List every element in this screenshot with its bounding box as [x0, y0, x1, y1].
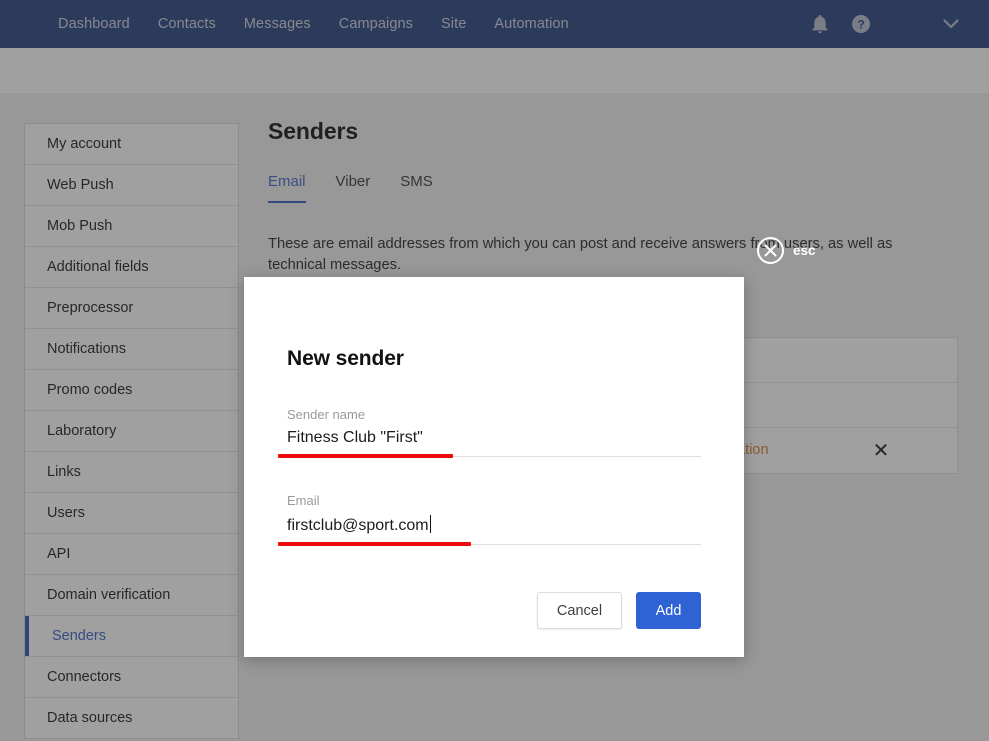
sender-name-input[interactable]: Fitness Club "First" [287, 429, 701, 457]
email-input[interactable]: firstclub@sport.com [287, 517, 429, 534]
email-field[interactable]: Email firstclub@sport.com [278, 493, 701, 546]
modal-actions: Cancel Add [287, 592, 701, 629]
app-root: Dashboard Contacts Messages Campaigns Si… [0, 0, 989, 741]
new-sender-modal: New sender Sender name Fitness Club "Fir… [244, 277, 744, 657]
sender-name-field[interactable]: Sender name Fitness Club "First" [278, 407, 701, 458]
email-highlight-annotation [278, 542, 471, 546]
email-input-wrap[interactable]: firstclub@sport.com [287, 515, 701, 545]
modal-close-esc-button[interactable]: esc [757, 237, 816, 264]
email-label: Email [287, 493, 320, 508]
cancel-button[interactable]: Cancel [537, 592, 622, 629]
esc-label: esc [793, 243, 816, 258]
sender-name-highlight-annotation [278, 454, 453, 458]
modal-title: New sender [287, 347, 404, 370]
close-x-icon[interactable] [757, 237, 784, 264]
text-caret [429, 515, 431, 533]
sender-name-label: Sender name [287, 407, 366, 422]
add-button[interactable]: Add [636, 592, 701, 629]
